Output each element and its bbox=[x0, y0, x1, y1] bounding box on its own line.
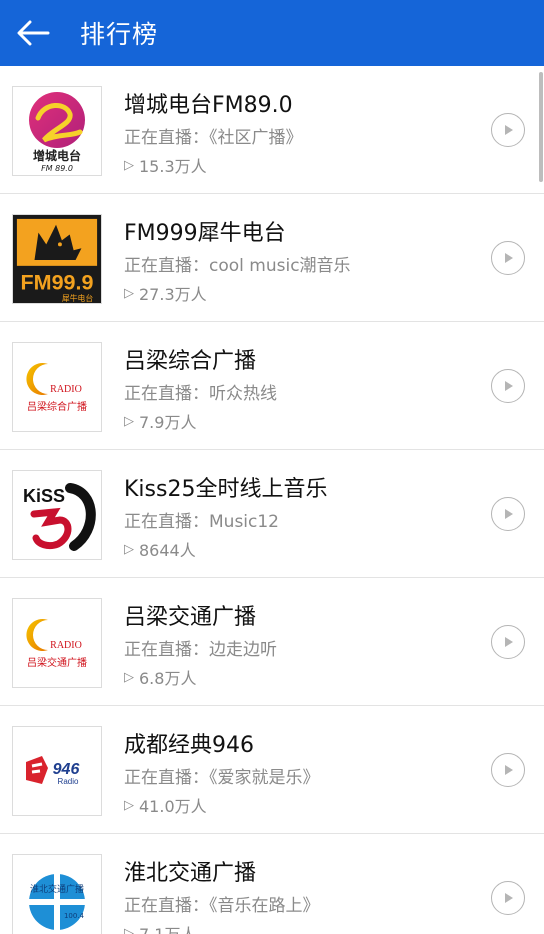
station-name: 增城电台FM89.0 bbox=[124, 93, 293, 118]
listener-count: ▷ 6.8万人 bbox=[124, 669, 197, 688]
live-program: 正在直播：Music12 bbox=[124, 512, 280, 532]
station-name: Kiss25全时线上音乐 bbox=[124, 477, 328, 502]
svg-text:FM 89.0: FM 89.0 bbox=[41, 164, 73, 173]
play-button[interactable] bbox=[491, 113, 525, 147]
listener-count: ▷7.1万人 bbox=[124, 921, 196, 934]
back-button[interactable] bbox=[0, 0, 66, 66]
station-name: 淮北交通广播 bbox=[124, 861, 257, 886]
radio-c-logo-icon: RADIO 吕梁交通广播 bbox=[26, 619, 87, 669]
list-item[interactable]: 增城电台 FM 89.0 增城电台FM89.0 正在直播：《社区广播》 ▷ 15.… bbox=[0, 66, 544, 194]
station-list[interactable]: 增城电台 FM 89.0 增城电台FM89.0 正在直播：《社区广播》 ▷ 15.… bbox=[0, 66, 544, 934]
top-app-bar: 排行榜 bbox=[0, 0, 544, 66]
listener-count: ▷ 41.0万人 bbox=[124, 797, 207, 816]
station-name: 吕梁综合广播 bbox=[124, 349, 257, 374]
play-count-icon: ▷ bbox=[124, 413, 134, 429]
svg-text:吕梁综合广播: 吕梁综合广播 bbox=[27, 400, 87, 413]
play-count-icon: ▷ bbox=[124, 669, 134, 685]
list-item[interactable]: RADIO 吕梁交通广播 吕梁交通广播 正在直播：边走边听 ▷ 6.8万人 bbox=[0, 578, 544, 706]
live-program: 正在直播：《爱家就是乐》 bbox=[124, 768, 320, 788]
station-logo: KiSS 25 bbox=[12, 470, 102, 560]
list-item[interactable]: 946 Radio 成都经典946 正在直播：《爱家就是乐》 ▷ 41.0万人 bbox=[0, 706, 544, 834]
svg-text:Radio: Radio bbox=[58, 777, 79, 786]
station-logo: 增城电台 FM 89.0 bbox=[12, 86, 102, 176]
station-name: FM999犀牛电台 bbox=[124, 221, 286, 246]
play-icon bbox=[505, 381, 513, 391]
play-icon bbox=[505, 253, 513, 263]
station-logo: RADIO 吕梁交通广播 bbox=[12, 598, 102, 688]
svg-text:吕梁交通广播: 吕梁交通广播 bbox=[27, 656, 87, 669]
huaibei-traffic-logo-icon: 淮北交通广播 100.4 bbox=[29, 874, 85, 930]
live-program: 正在直播：《音乐在路上》 bbox=[124, 896, 320, 916]
list-item[interactable]: FM99.9 犀牛电台 FM999犀牛电台 正在直播：cool music潮音乐… bbox=[0, 194, 544, 322]
live-program: 正在直播：边走边听 bbox=[124, 640, 277, 660]
play-button[interactable] bbox=[491, 625, 525, 659]
listener-count: ▷ 15.3万人 bbox=[124, 157, 207, 176]
play-count-icon: ▷ bbox=[124, 797, 134, 813]
svg-text:增城电台: 增城电台 bbox=[33, 148, 81, 163]
chengdu-946-logo-icon: 946 Radio bbox=[26, 756, 80, 786]
page-title: 排行榜 bbox=[80, 20, 159, 49]
list-item[interactable]: 淮北交通广播 100.4 淮北交通广播 正在直播：《音乐在路上》 ▷7.1万人 bbox=[0, 834, 544, 934]
live-program: 正在直播：听众热线 bbox=[124, 384, 277, 404]
station-logo: 946 Radio bbox=[12, 726, 102, 816]
svg-text:淮北交通广播: 淮北交通广播 bbox=[30, 883, 84, 895]
station-name: 成都经典946 bbox=[124, 733, 254, 758]
svg-text:946: 946 bbox=[53, 761, 80, 778]
zengcheng-fm-logo-icon: 增城电台 FM 89.0 bbox=[29, 92, 85, 173]
kiss25-logo-icon: KiSS 25 bbox=[23, 483, 96, 551]
svg-text:RADIO: RADIO bbox=[50, 640, 82, 651]
list-item[interactable]: KiSS 25 Kiss25全时线上音乐 正在直播：Music12 ▷8644人 bbox=[0, 450, 544, 578]
back-arrow-icon bbox=[17, 20, 50, 46]
svg-text:FM99.9: FM99.9 bbox=[21, 270, 94, 294]
station-name: 吕梁交通广播 bbox=[124, 605, 257, 630]
live-program: 正在直播：《社区广播》 bbox=[124, 128, 303, 148]
svg-text:犀牛电台: 犀牛电台 bbox=[62, 293, 93, 303]
list-item[interactable]: RADIO 吕梁综合广播 吕梁综合广播 正在直播：听众热线 ▷ 7.9万人 bbox=[0, 322, 544, 450]
listener-count: ▷ 8644人 bbox=[124, 541, 196, 560]
play-icon bbox=[505, 509, 513, 519]
play-button[interactable] bbox=[491, 881, 525, 915]
play-icon bbox=[505, 637, 513, 647]
play-icon bbox=[505, 893, 513, 903]
svg-text:RADIO: RADIO bbox=[50, 384, 82, 395]
play-button[interactable] bbox=[491, 241, 525, 275]
station-logo: RADIO 吕梁综合广播 bbox=[12, 342, 102, 432]
play-button[interactable] bbox=[491, 369, 525, 403]
play-button[interactable] bbox=[491, 753, 525, 787]
play-count-icon: ▷ bbox=[124, 541, 134, 557]
list-scrollbar[interactable] bbox=[539, 72, 543, 182]
svg-text:100.4: 100.4 bbox=[64, 912, 85, 920]
listener-count: ▷ 27.3万人 bbox=[124, 285, 207, 304]
live-program: 正在直播：cool music潮音乐 bbox=[124, 256, 351, 276]
listener-count: ▷ 7.9万人 bbox=[124, 413, 197, 432]
play-count-icon: ▷ bbox=[124, 285, 134, 301]
station-logo: 淮北交通广播 100.4 bbox=[12, 854, 102, 934]
rhino-fm-logo-icon: FM99.9 犀牛电台 bbox=[13, 215, 101, 303]
play-count-icon: ▷ bbox=[124, 925, 134, 934]
radio-c-logo-icon: RADIO 吕梁综合广播 bbox=[26, 363, 87, 413]
svg-text:KiSS: KiSS bbox=[23, 486, 65, 506]
play-icon bbox=[505, 765, 513, 775]
station-logo: FM99.9 犀牛电台 bbox=[12, 214, 102, 304]
play-count-icon: ▷ bbox=[124, 157, 134, 173]
play-button[interactable] bbox=[491, 497, 525, 531]
play-icon bbox=[505, 125, 513, 135]
